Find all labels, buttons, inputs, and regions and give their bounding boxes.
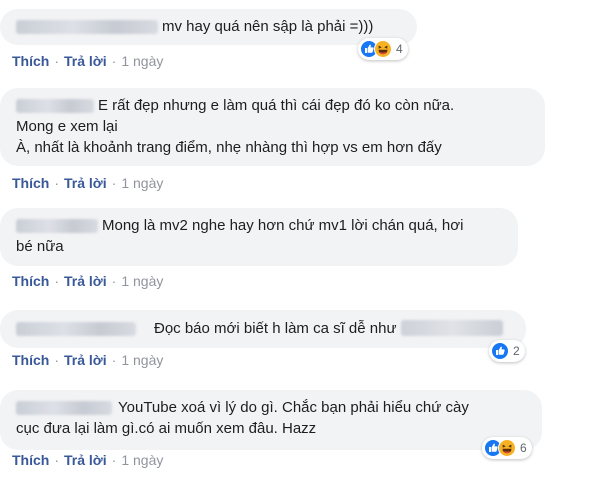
comment-actions: Thích · Trả lời · 1 ngày: [12, 273, 163, 289]
separator: ·: [54, 175, 60, 191]
reaction-count: 6: [520, 441, 527, 455]
comment-bubble: E rất đẹp nhưng e làm quá thì cái đẹp đó…: [0, 88, 545, 166]
reaction-count: 2: [513, 344, 520, 358]
reaction-summary[interactable]: 4: [358, 38, 408, 60]
comment-text: E rất đẹp nhưng e làm quá thì cái đẹp đó…: [98, 97, 455, 114]
redacted-text-blurred: [400, 320, 503, 336]
separator: ·: [111, 452, 117, 468]
separator: ·: [111, 273, 117, 289]
comment-text: cục đưa lại làm gì.có ai muốn xem đâu. H…: [16, 420, 317, 437]
separator: ·: [54, 273, 60, 289]
comment-bubble: YouTube xoá vì lý do gì. Chắc bạn phải h…: [0, 390, 542, 450]
comment-text: Đọc báo mới biết h làm ca sĩ dễ như: [154, 320, 397, 337]
comment-actions: Thích · Trả lời · 1 ngày: [12, 452, 163, 468]
separator: ·: [111, 53, 117, 69]
comment-text: YouTube xoá vì lý do gì. Chắc bạn phải h…: [118, 399, 469, 416]
commenter-name-blurred[interactable]: [16, 219, 98, 233]
comment-actions: Thích · Trả lời · 1 ngày: [12, 352, 163, 368]
reply-link[interactable]: Trả lời: [64, 352, 107, 368]
like-link[interactable]: Thích: [12, 452, 49, 468]
like-link[interactable]: Thích: [12, 273, 49, 289]
comment-text: bé nữa: [16, 238, 64, 255]
reaction-count: 4: [396, 42, 403, 56]
timestamp[interactable]: 1 ngày: [121, 175, 163, 191]
timestamp[interactable]: 1 ngày: [121, 352, 163, 368]
comment-actions: Thích · Trả lời · 1 ngày: [12, 53, 163, 69]
timestamp[interactable]: 1 ngày: [121, 273, 163, 289]
like-icon: [491, 342, 509, 360]
comment-text: Mong e xem lại: [16, 118, 118, 135]
commenter-name-blurred[interactable]: [16, 99, 94, 113]
comment-bubble: mv hay quá nên sập là phải =))): [0, 9, 417, 45]
reply-link[interactable]: Trả lời: [64, 452, 107, 468]
timestamp[interactable]: 1 ngày: [121, 452, 163, 468]
comment-text: Mong là mv2 nghe hay hơn chứ mv1 lời chá…: [102, 217, 464, 234]
like-link[interactable]: Thích: [12, 352, 49, 368]
separator: ·: [111, 352, 117, 368]
separator: ·: [54, 452, 60, 468]
comment-text: À, nhất là khoảnh trang điểm, nhẹ nhàng …: [16, 139, 442, 156]
comment-actions: Thích · Trả lời · 1 ngày: [12, 175, 163, 191]
comment-text: mv hay quá nên sập là phải =))): [162, 18, 374, 35]
timestamp[interactable]: 1 ngày: [121, 53, 163, 69]
reply-link[interactable]: Trả lời: [64, 273, 107, 289]
separator: ·: [111, 175, 117, 191]
commenter-name-blurred[interactable]: [16, 401, 112, 415]
reply-link[interactable]: Trả lời: [64, 53, 107, 69]
separator: ·: [54, 352, 60, 368]
commenter-name-blurred[interactable]: [16, 20, 158, 34]
reaction-summary[interactable]: 2: [489, 340, 525, 362]
like-link[interactable]: Thích: [12, 53, 49, 69]
comment-bubble: Đọc báo mới biết h làm ca sĩ dễ như: [0, 310, 526, 348]
separator: ·: [54, 53, 60, 69]
comment-bubble: Mong là mv2 nghe hay hơn chứ mv1 lời chá…: [0, 208, 518, 266]
commenter-name-blurred[interactable]: [16, 322, 136, 336]
reply-link[interactable]: Trả lời: [64, 175, 107, 191]
haha-icon: [374, 40, 392, 58]
reaction-summary[interactable]: 6: [482, 437, 532, 459]
like-link[interactable]: Thích: [12, 175, 49, 191]
haha-icon: [498, 439, 516, 457]
